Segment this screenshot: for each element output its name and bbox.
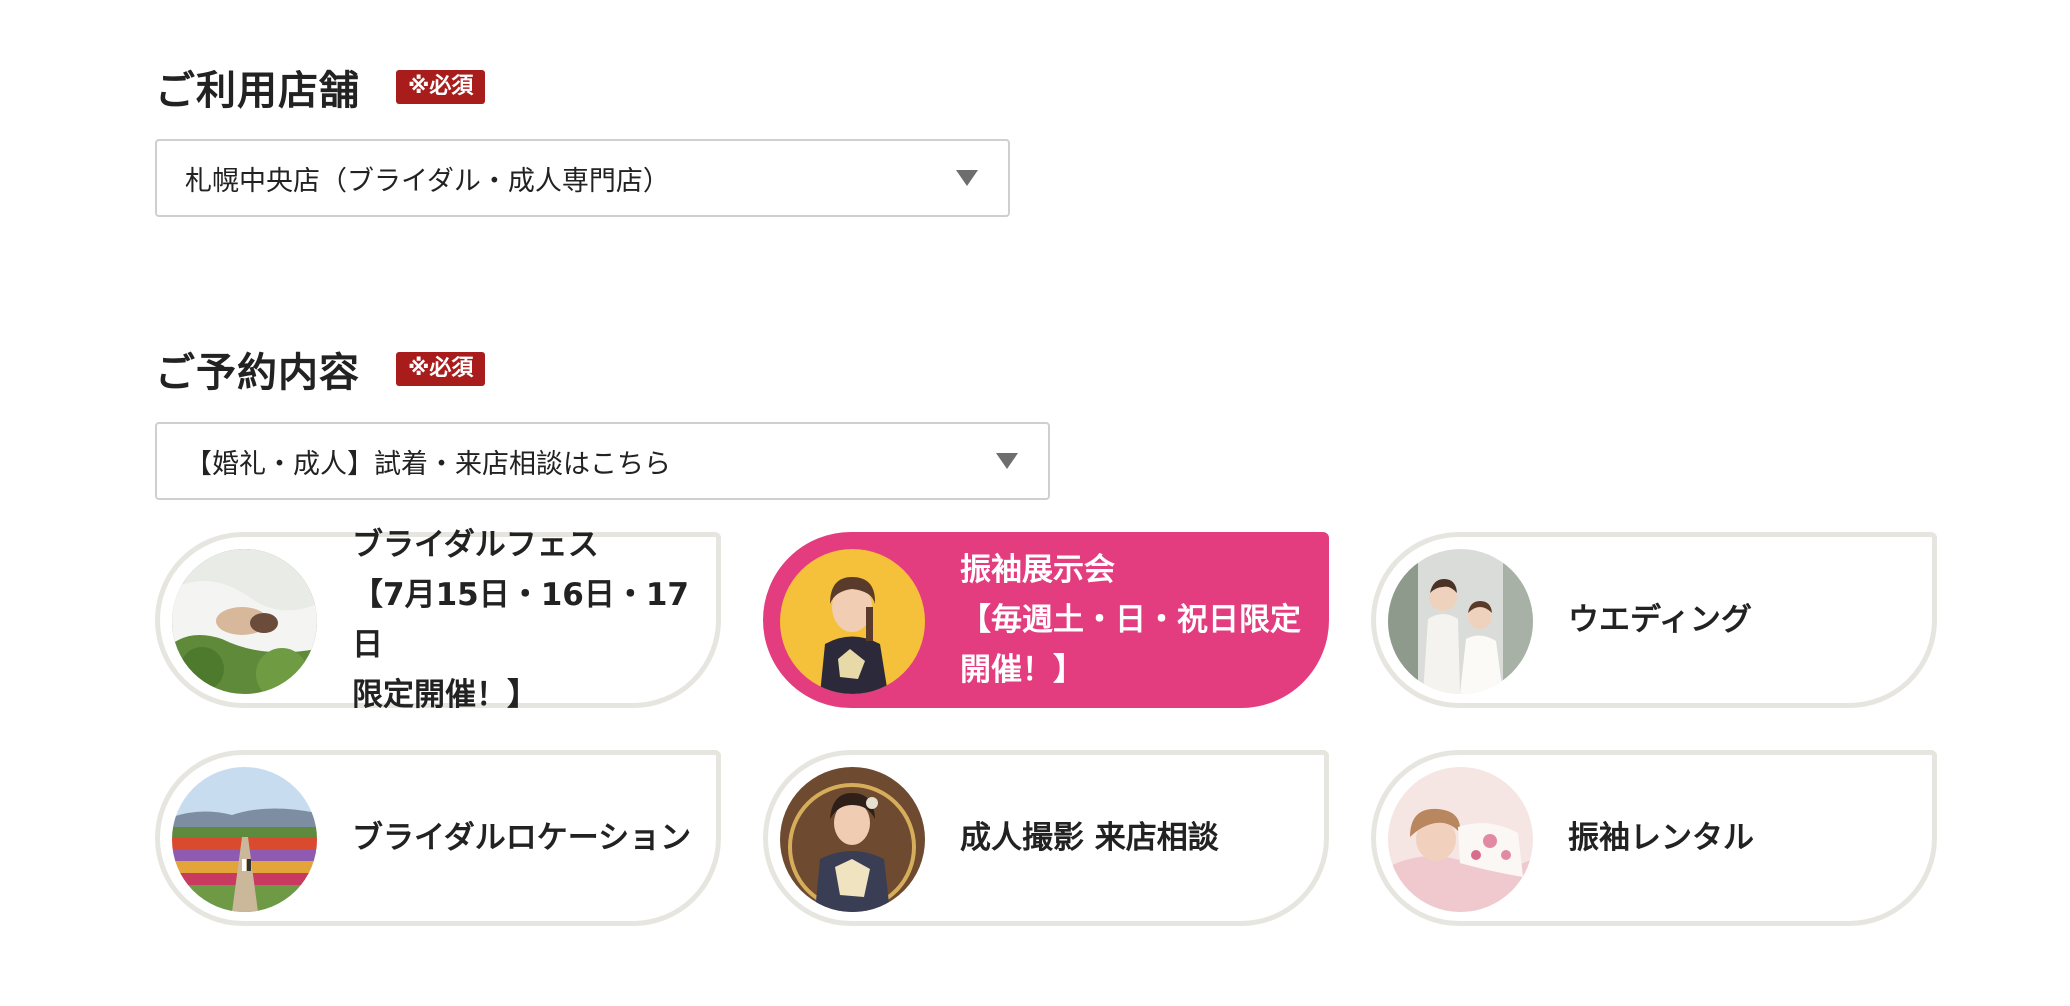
furisode-rental-photo [1388, 767, 1533, 912]
store-select-value: 札幌中央店（ブライダル・成人専門店） [185, 165, 670, 197]
option-card-furisode-rental[interactable]: 振袖レンタル [1371, 750, 1937, 926]
coming-of-age-portrait-photo [780, 767, 925, 912]
store-section-title: ご利用店舗 [155, 68, 360, 114]
option-label: 振袖レンタル [1568, 820, 1754, 856]
required-badge: ※必須 [396, 352, 486, 386]
bride-lying-on-grass-photo [172, 549, 317, 694]
option-card-bridal-fes[interactable]: ブライダルフェス 【7月15日・16日・17日 限定開催！】 [155, 527, 721, 713]
option-label: 成人撮影 来店相談 [960, 820, 1219, 856]
store-section-header: ご利用店舗 ※必須 [155, 58, 486, 116]
booking-section-title: ご予約内容 [155, 350, 360, 396]
option-label: ブライダルフェス 【7月15日・16日・17日 限定開催！】 [352, 527, 689, 713]
booking-select-value: 【婚礼・成人】試着・来店相談はこちら [185, 448, 671, 480]
required-badge: ※必須 [396, 70, 486, 104]
option-label: 振袖展示会 【毎週土・日・祝日限定 開催！】 [960, 552, 1301, 688]
option-card-bridal-location[interactable]: ブライダルロケーション [155, 750, 721, 926]
wedding-couple-photo [1388, 549, 1533, 694]
chevron-down-icon [996, 453, 1018, 469]
store-select[interactable]: 札幌中央店（ブライダル・成人専門店） [155, 139, 1010, 217]
flower-field-location-photo [172, 767, 317, 912]
option-card-coming-of-age-consultation[interactable]: 成人撮影 来店相談 [763, 750, 1329, 926]
option-label: ウエディング [1568, 602, 1752, 638]
booking-section-header: ご予約内容 ※必須 [155, 340, 486, 398]
option-label: ブライダルロケーション [352, 820, 692, 856]
option-card-wedding[interactable]: ウエディング [1371, 532, 1937, 708]
furisode-model-photo [780, 549, 925, 694]
booking-select[interactable]: 【婚礼・成人】試着・来店相談はこちら [155, 422, 1050, 500]
option-card-furisode-exhibition[interactable]: 振袖展示会 【毎週土・日・祝日限定 開催！】 [763, 532, 1329, 708]
chevron-down-icon [956, 170, 978, 186]
